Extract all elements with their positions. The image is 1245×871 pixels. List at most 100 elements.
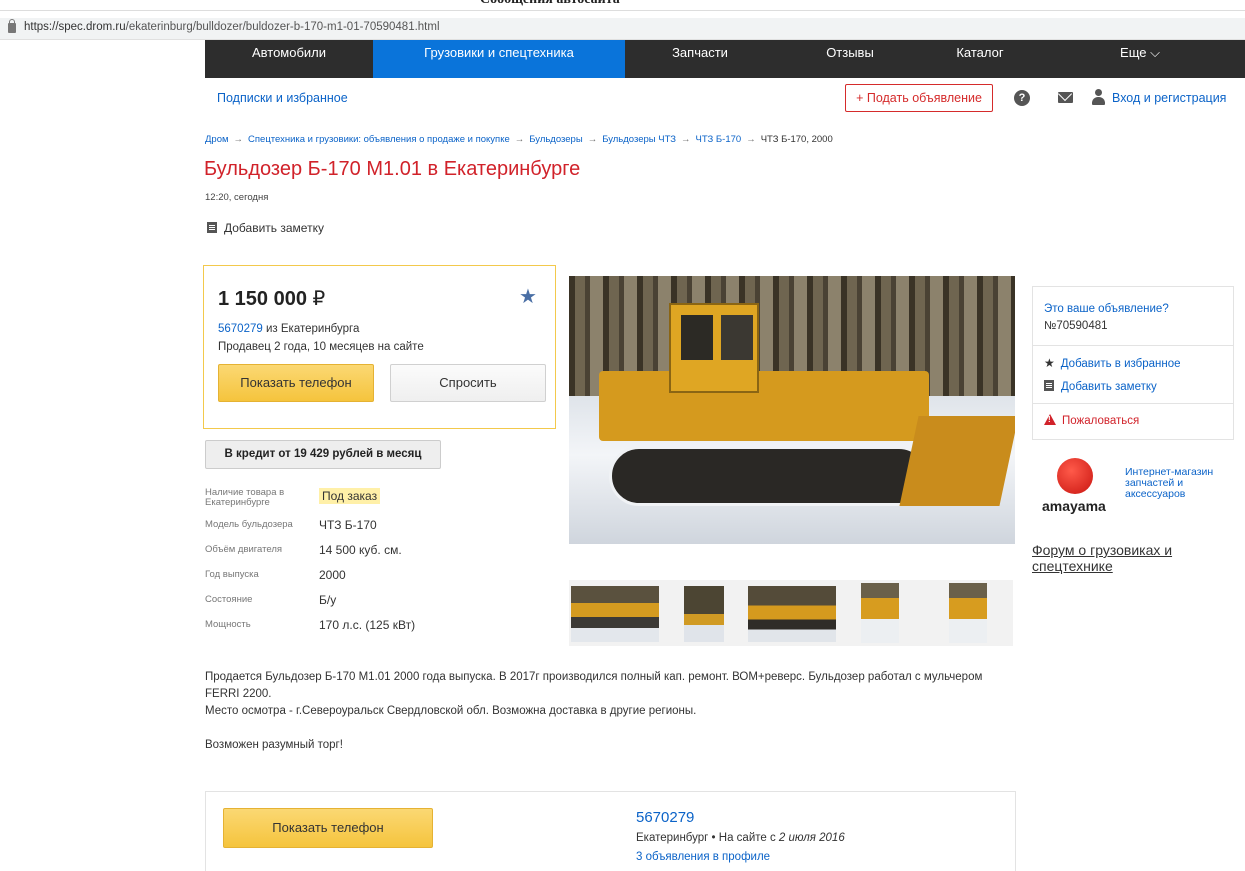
spec-key: Объём двигателя [205,544,283,555]
spec-value: ЧТЗ Б-170 [319,518,377,532]
url-host: https://spec.drom.ru [24,21,126,33]
spec-value: 2000 [319,568,346,582]
ad-actions-box: Это ваше объявление? №70590481 ★ Добавить… [1032,286,1234,440]
seller-info: 5670279 из Екатеринбурга [218,323,359,335]
forum-link[interactable]: Форум о грузовиках и спецтехнике [1032,542,1232,574]
add-favorite-label: Добавить в избранное [1060,358,1181,370]
thumbnail[interactable] [949,583,987,643]
breadcrumb-separator: → [681,134,691,145]
breadcrumb-item[interactable]: Дром [205,134,229,145]
price-value: 1 150 000 [218,288,307,310]
seller-meta: Екатеринбург • На сайте с 2 июля 2016 [636,832,845,844]
nav-item-trucks[interactable]: Грузовики и спецтехника [373,40,625,78]
spec-value: Б/у [319,593,337,607]
profile-ads-link[interactable]: 3 объявления в профиле [636,851,770,863]
divider [1033,345,1233,346]
breadcrumb-item[interactable]: Спецтехника и грузовики: объявления о пр… [248,134,510,145]
sub-nav: Подписки и избранное + Подать объявление… [205,84,1245,114]
add-favorite-link[interactable]: ★ Добавить в избранное [1044,356,1181,370]
nav-item-cars[interactable]: Автомобили [205,40,373,78]
seller-id-bottom-link[interactable]: 5670279 [636,809,694,826]
show-phone-button[interactable]: Показать телефон [218,364,374,402]
add-note-label: Добавить заметку [224,221,324,235]
help-icon[interactable]: ? [1014,90,1030,106]
credit-button[interactable]: В кредит от 19 429 рублей в месяц [205,440,441,469]
divider [1033,403,1233,404]
breadcrumb-separator: → [233,134,244,145]
price: 1 150 000 ₽ [218,286,325,311]
breadcrumb-current: ЧТЗ Б-170, 2000 [760,134,833,145]
url-path: /ekaterinburg/bulldozer/buldozer-b-170-m… [125,21,440,33]
ask-button[interactable]: Спросить [390,364,546,402]
posted-time: 12:20, сегодня [205,192,269,203]
photo-thumbnails [569,580,1013,646]
spec-value: 170 л.с. (125 кВт) [319,618,416,632]
description-paragraph: Продается Бульдозер Б-170 М1.01 2000 год… [205,671,983,700]
bottom-contact-box: Показать телефон 5670279 Екатеринбург • … [205,791,1016,871]
amayama-wordmark: amayama [1042,498,1106,514]
seller-city-bottom: Екатеринбург [636,832,709,844]
favorite-star-icon[interactable]: ★ [519,284,537,309]
breadcrumb: Дром → Спецтехника и грузовики: объявления… [205,134,833,145]
complain-label: Пожаловаться [1062,415,1140,427]
breadcrumb-separator: → [587,134,598,145]
breadcrumb-item[interactable]: Бульдозеры [529,134,582,145]
description-paragraph: Место осмотра - г.Североуральск Свердлов… [205,705,697,717]
page-title: Бульдозер Б-170 М1.01 в Екатеринбурге [204,158,581,180]
breadcrumb-item[interactable]: ЧТЗ Б-170 [696,134,742,145]
description: Продается Бульдозер Б-170 М1.01 2000 год… [205,669,1015,754]
currency: ₽ [312,288,326,310]
amayama-logo[interactable]: amayama [1040,458,1110,520]
login-link[interactable]: Вход и регистрация [1112,91,1226,105]
seller-since: Продавец 2 года, 10 месяцев на сайте [218,341,424,353]
note-icon [207,222,217,233]
spec-key: Год выпуска [205,569,259,580]
post-ad-button[interactable]: + Подать объявление [845,84,993,112]
nav-item-reviews[interactable]: Отзывы [775,40,925,78]
breadcrumb-separator: → [746,134,756,145]
spec-key: Наличие товара в Екатеринбурге [205,487,285,508]
spec-key: Модель бульдозера [205,519,293,530]
complain-link[interactable]: Пожаловаться [1044,414,1139,427]
thumbnail[interactable] [684,586,724,642]
nav-item-parts[interactable]: Запчасти [625,40,775,78]
thumbnail[interactable] [748,586,836,642]
spec-key: Состояние [205,594,253,605]
subscriptions-link[interactable]: Подписки и избранное [217,91,348,105]
note-icon [1044,380,1054,391]
mail-icon[interactable] [1058,92,1073,103]
spec-value: Под заказ [319,488,381,504]
spec-key: Мощность [205,619,251,630]
photo-bulldozer-body [599,371,929,441]
description-paragraph: Возможен разумный торг! [205,739,343,751]
main-photo[interactable] [569,276,1015,544]
your-ad-link[interactable]: Это ваше объявление? [1044,303,1169,315]
star-icon: ★ [1044,356,1055,370]
on-site-date: 2 июля 2016 [778,832,845,844]
seller-city: из Екатеринбурга [262,323,360,335]
cut-off-heading: Сообщения автосайта [480,0,620,8]
photo-bulldozer-blade [899,416,1015,506]
thumbnail[interactable] [861,583,899,643]
address-bar[interactable]: https://spec.drom.ru/ekaterinburg/bulldo… [0,18,1245,40]
url-text[interactable]: https://spec.drom.ru/ekaterinburg/bulldo… [24,21,440,33]
nav-item-more[interactable]: Еще ⌵ [1035,40,1245,78]
spec-value: 14 500 куб. см. [319,543,402,557]
show-phone-bottom-button[interactable]: Показать телефон [223,808,433,848]
add-note-sidebar-link[interactable]: Добавить заметку [1044,380,1157,393]
thumbnail[interactable] [571,586,659,642]
warning-icon [1044,414,1056,425]
user-icon [1092,89,1105,105]
add-note-link[interactable]: Добавить заметку [207,221,324,235]
amayama-link[interactable]: Интернет-магазин запчастей и аксессуаров [1125,467,1245,500]
price-box: 1 150 000 ₽ ★ 5670279 из Екатеринбурга П… [203,265,556,429]
amayama-car-icon [1057,458,1093,494]
breadcrumb-separator: → [514,134,525,145]
browser-chrome: Сообщения автосайта https://spec.drom.ru… [0,0,1245,40]
top-nav: Автомобили Грузовики и спецтехника Запча… [205,40,1245,78]
add-note-sidebar-label: Добавить заметку [1061,381,1157,393]
breadcrumb-item[interactable]: Бульдозеры ЧТЗ [602,134,676,145]
seller-id-link[interactable]: 5670279 [218,323,263,335]
meta-dot: • [708,832,719,844]
nav-item-catalog[interactable]: Каталог [925,40,1035,78]
